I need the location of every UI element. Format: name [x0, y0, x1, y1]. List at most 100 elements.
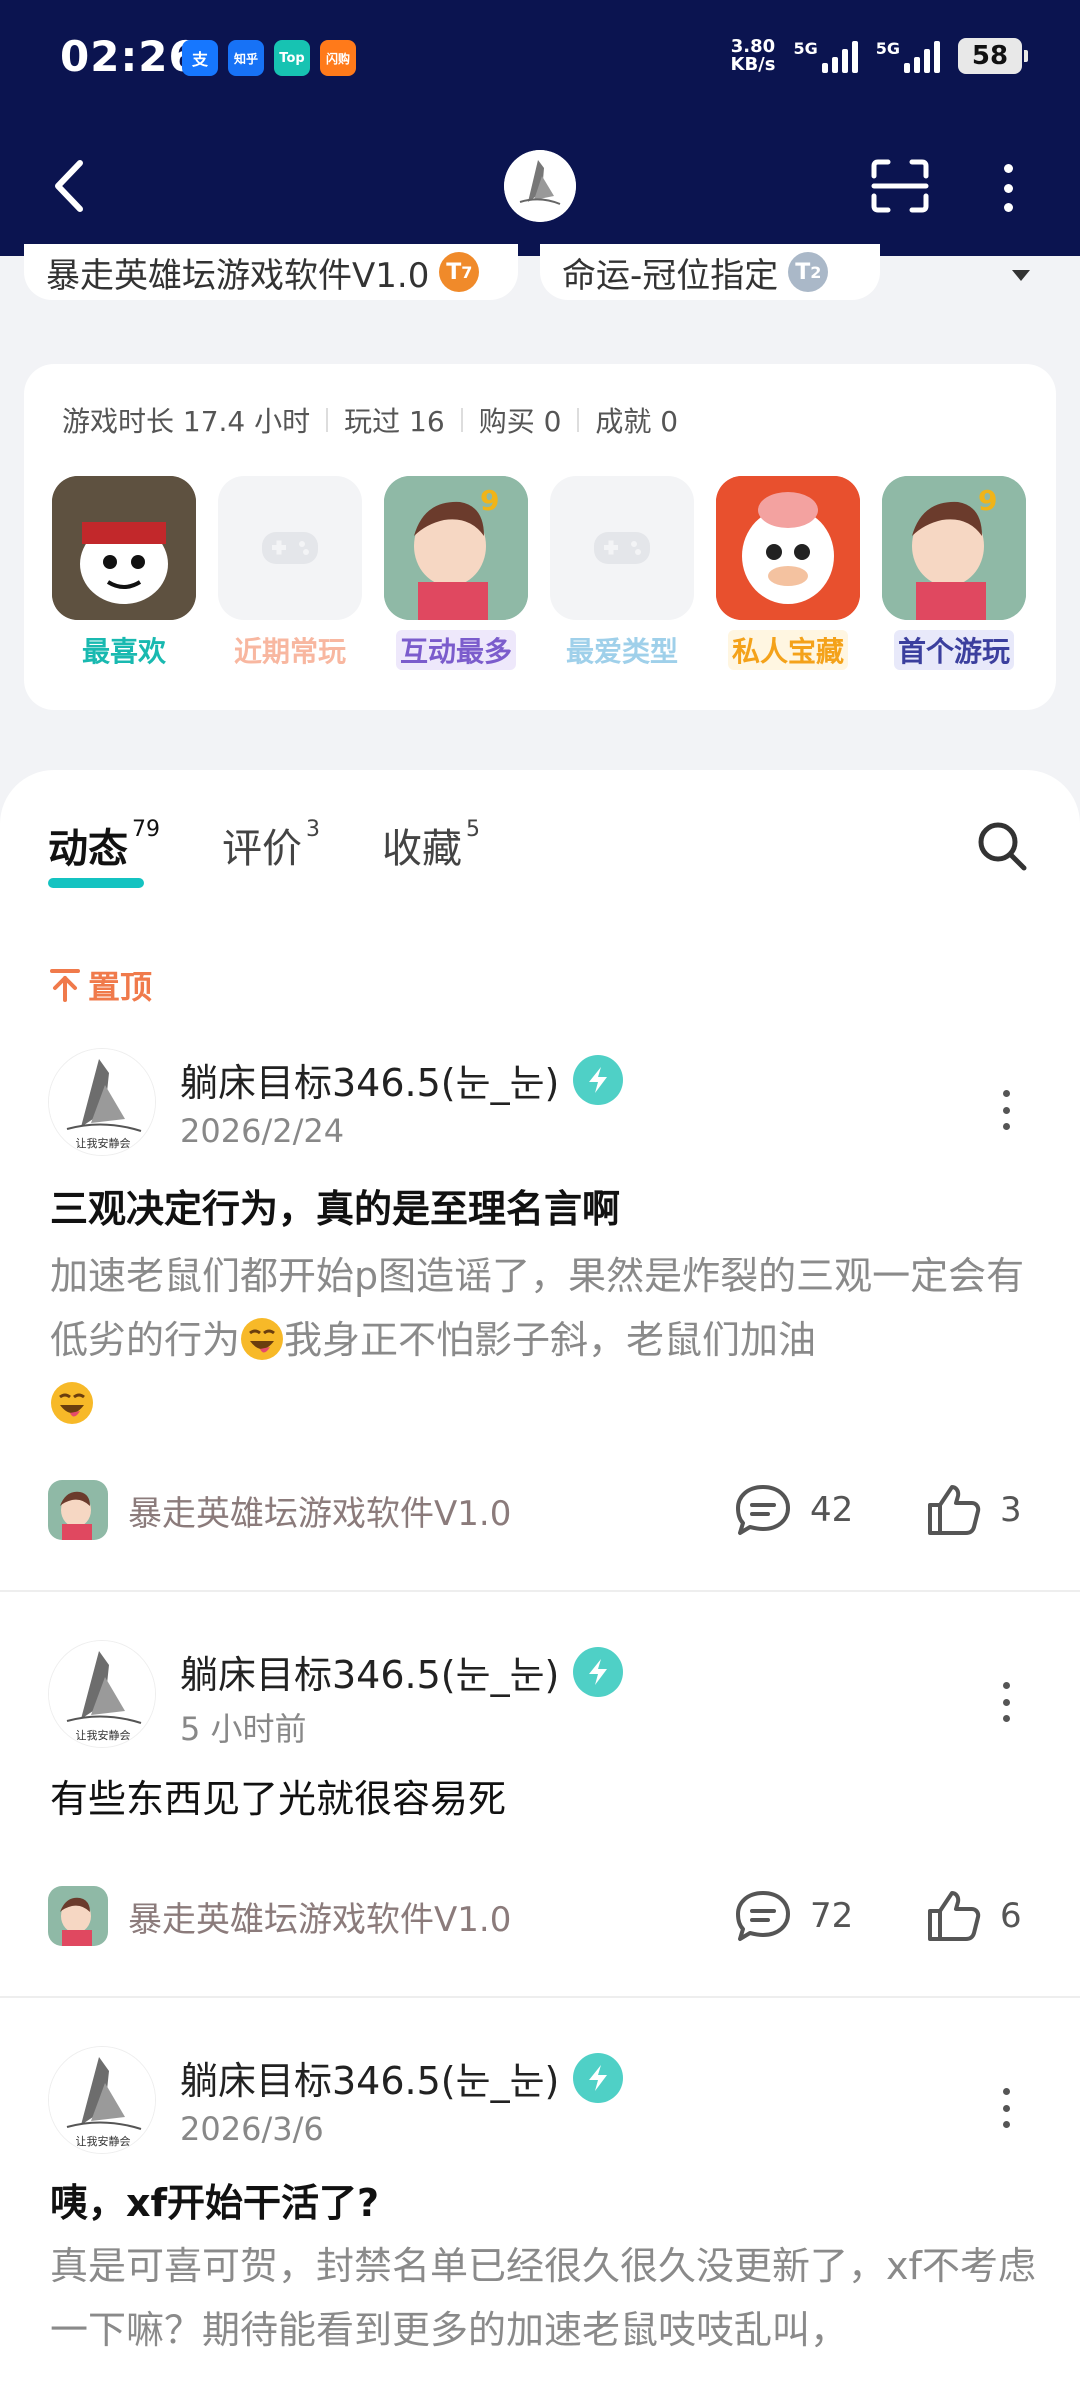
tab-activity[interactable]: 动态 79: [48, 816, 160, 888]
gamepad-icon: [262, 532, 318, 564]
scan-button[interactable]: [870, 158, 930, 214]
author-name[interactable]: 躺床目标346.5(눈_눈): [180, 1644, 624, 1699]
svg-text:9: 9: [480, 484, 499, 517]
level-badge: T7: [439, 252, 480, 292]
game-treasure[interactable]: 私人宝藏: [716, 476, 860, 670]
svg-text:让我安静会: 让我安静会: [76, 1728, 131, 1742]
status-right: 3.80 KB/s 5G 5G 58: [730, 36, 1028, 75]
svg-text:让我安静会: 让我安静会: [76, 1136, 131, 1150]
network-speed: 3.80 KB/s: [730, 36, 776, 75]
verified-badge-icon: [573, 1054, 624, 1105]
fish-avatar-icon: 让我安静会: [49, 1049, 155, 1155]
play-time: 游戏时长 17.4 小时: [62, 405, 311, 438]
top-app-icon: Top: [274, 40, 310, 76]
game-label: 私人宝藏: [727, 630, 848, 670]
status-time: 02:26: [60, 32, 199, 81]
post-date: 2026/2/24: [180, 1112, 345, 1150]
feed-tabs: 动态 79 评价 3 收藏 5: [48, 816, 542, 888]
game-recent[interactable]: 近期常玩: [218, 476, 362, 670]
post-more-button[interactable]: [998, 2088, 1014, 2128]
search-button[interactable]: [976, 820, 1028, 872]
alipay-icon: 支: [182, 40, 218, 76]
more-menu-button[interactable]: [996, 164, 1020, 212]
post-footer: 暴走英雄坛游戏软件V1.0 42 3: [48, 1480, 1032, 1540]
game-cover: 9: [384, 476, 528, 620]
like-count[interactable]: 6: [926, 1889, 1022, 1943]
back-button[interactable]: [52, 156, 92, 216]
thumbs-up-icon: [928, 1485, 981, 1535]
game-label: 近期常玩: [233, 635, 346, 668]
anniversary-game-icon: 9: [882, 476, 1026, 620]
post-footer: 暴走英雄坛游戏软件V1.0 72 6: [48, 1886, 1032, 1946]
profile-avatar[interactable]: [504, 150, 576, 222]
played-count[interactable]: 玩过 16: [344, 400, 445, 440]
post-date: 2026/3/6: [180, 2110, 324, 2148]
post-title: 三观决定行为，真的是至理名言啊: [50, 1187, 621, 1231]
like-count[interactable]: 3: [926, 1483, 1022, 1537]
post-title: 有些东西见了光就很容易死: [50, 1777, 507, 1821]
pin-icon: [50, 969, 80, 1002]
search-icon: [978, 822, 1027, 871]
notification-icons: 支 知乎 Top 闪购: [182, 40, 356, 76]
lion-dance-game-icon: [716, 476, 860, 620]
fish-avatar-icon: 让我安静会: [49, 2047, 155, 2153]
thumbs-up-icon: [928, 1891, 981, 1941]
game-thumb[interactable]: [48, 1886, 108, 1946]
comment-count[interactable]: 72: [734, 1889, 853, 1943]
grinning-emoji-icon: [51, 1382, 93, 1424]
game-label: 最喜欢: [81, 635, 166, 668]
bought-count[interactable]: 购买 0: [479, 400, 562, 440]
gamepad-icon: [594, 532, 650, 564]
post-title: 咦，xf开始干活了?: [50, 2181, 380, 2225]
game-label: 最爱类型: [565, 635, 678, 668]
game-interact[interactable]: 9 互动最多: [384, 476, 528, 670]
author-name[interactable]: 躺床目标346.5(눈_눈): [180, 2050, 624, 2105]
svg-text:9: 9: [978, 484, 997, 517]
author-name[interactable]: 躺床目标346.5(눈_눈): [180, 1052, 624, 1107]
post-body: 加速老鼠们都开始p图造谣了，果然是炸裂的三观一定会有低劣的行为 我身正不怕影子斜，…: [50, 1244, 1040, 1436]
expand-caret-icon[interactable]: [1012, 270, 1030, 281]
game-thumb[interactable]: [48, 1480, 108, 1540]
game-name-link[interactable]: 暴走英雄坛游戏软件V1.0: [128, 1486, 511, 1535]
svg-text:让我安静会: 让我安静会: [76, 2134, 131, 2148]
game-title-chip[interactable]: 暴走英雄坛游戏软件V1.0 T7: [24, 244, 518, 300]
chevron-left-icon: [55, 160, 83, 212]
anniversary-game-icon: 9: [384, 476, 528, 620]
title-chips: 暴走英雄坛游戏软件V1.0 T7 命运-冠位指定 T2: [0, 244, 1080, 316]
scan-icon: [871, 159, 929, 213]
game-cover: 9: [882, 476, 1026, 620]
game-title-chip-2[interactable]: 命运-冠位指定 T2: [540, 244, 880, 300]
stats-row: 游戏时长 17.4 小时 玩过 16 购买 0 成就 0: [62, 400, 678, 440]
hero-game-icon: [52, 476, 196, 620]
game-type[interactable]: 最爱类型: [550, 476, 694, 670]
signal-bars-icon: [821, 39, 858, 73]
verified-badge-icon: [573, 1646, 624, 1697]
comment-icon: [736, 1891, 790, 1941]
tab-reviews[interactable]: 评价 3: [222, 816, 320, 874]
achievement-count[interactable]: 成就 0: [595, 400, 678, 440]
author-avatar[interactable]: 让我安静会: [48, 1048, 156, 1156]
grinning-emoji-icon: [241, 1318, 284, 1360]
game-label: 首个游玩: [893, 630, 1014, 670]
tab-favorites[interactable]: 收藏 5: [382, 816, 480, 874]
game-name-link[interactable]: 暴走英雄坛游戏软件V1.0: [128, 1892, 511, 1941]
verified-badge-icon: [573, 2052, 624, 2103]
post-more-button[interactable]: [998, 1682, 1014, 1722]
feed-panel: 动态 79 评价 3 收藏 5 置顶 让我安静会 躺床目标346.5(눈_눈) …: [0, 770, 1080, 2400]
game-first[interactable]: 9 首个游玩: [882, 476, 1026, 670]
comment-count[interactable]: 42: [734, 1483, 853, 1537]
zhihu-icon: 知乎: [228, 40, 264, 76]
game-thumb-icon: [48, 1886, 108, 1946]
fish-logo-icon: [504, 150, 576, 222]
game-placeholder: [550, 476, 694, 620]
game-cover: [52, 476, 196, 620]
game-thumb-icon: [48, 1480, 108, 1540]
author-avatar[interactable]: 让我安静会: [48, 2046, 156, 2154]
post-body: 真是可喜可贺，封禁名单已经很久很久没更新了，xf不考虑一下嘛？期待能看到更多的加…: [50, 2244, 1036, 2352]
author-avatar[interactable]: 让我安静会: [48, 1640, 156, 1748]
post-more-button[interactable]: [998, 1090, 1014, 1130]
game-cover: [716, 476, 860, 620]
game-favorite[interactable]: 最喜欢: [52, 476, 196, 670]
pinned-label: 置顶: [50, 962, 152, 1008]
post-date: 5 小时前: [180, 1710, 307, 1748]
